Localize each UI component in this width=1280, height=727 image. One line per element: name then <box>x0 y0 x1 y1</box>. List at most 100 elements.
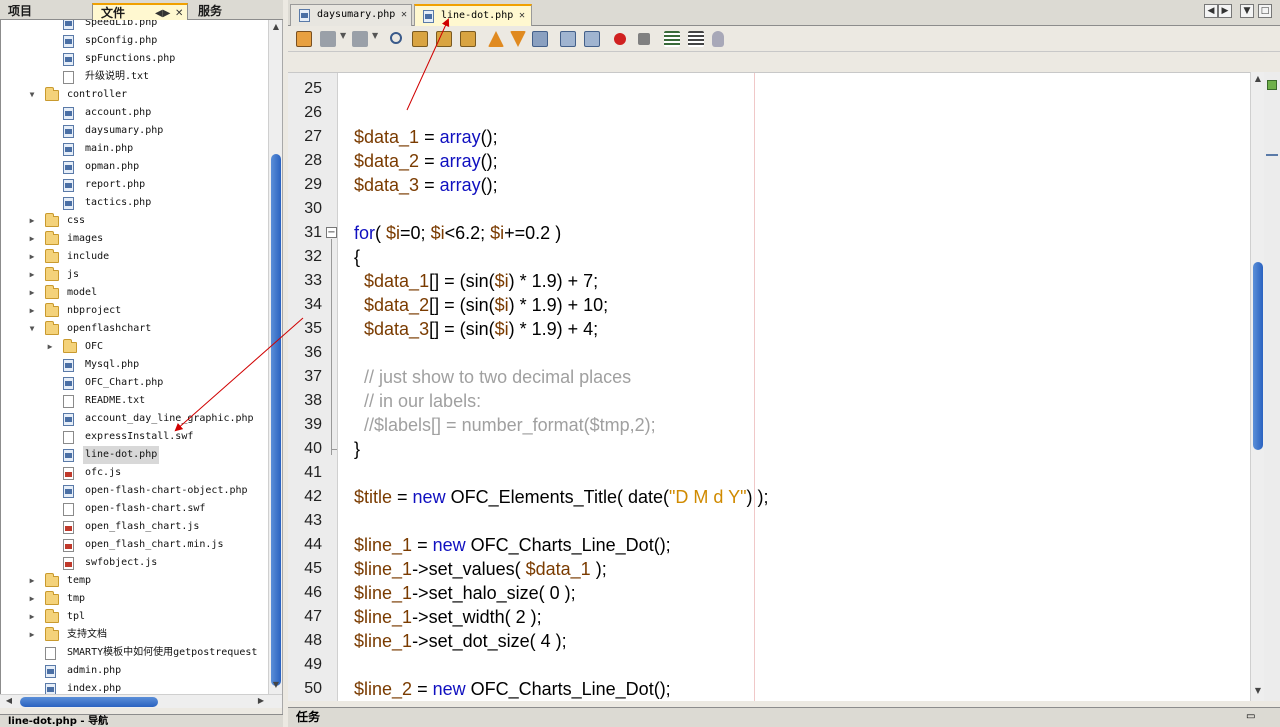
code-line[interactable]: // in our labels: <box>354 389 481 413</box>
chevron-down-icon[interactable]: ▼ <box>340 31 348 47</box>
code-line[interactable]: $data_1[] = (sin($i) * 1.9) + 7; <box>354 269 598 293</box>
scroll-left-icon[interactable]: ◀ <box>2 696 16 705</box>
code-line[interactable]: $title = new OFC_Elements_Title( date("D… <box>354 485 768 509</box>
forward-icon[interactable] <box>352 31 368 47</box>
previous-bookmark-icon[interactable] <box>488 31 504 47</box>
tasks-panel-header[interactable]: 任务 ▭ <box>288 707 1280 727</box>
code-line[interactable]: $data_2[] = (sin($i) * 1.9) + 10; <box>354 293 608 317</box>
maximize-icon[interactable]: □ <box>1258 4 1272 18</box>
code-line[interactable]: $line_1->set_halo_size( 0 ); <box>354 581 576 605</box>
collapsed-icon[interactable]: ▶ <box>27 284 37 302</box>
expanded-icon[interactable]: ▼ <box>27 86 37 104</box>
collapsed-icon[interactable]: ▶ <box>27 626 37 644</box>
file-item[interactable]: expressInstall.swf <box>1 428 268 446</box>
code-line[interactable]: $line_1->set_values( $data_1 ); <box>354 557 607 581</box>
collapsed-icon[interactable]: ▶ <box>27 248 37 266</box>
folder-item[interactable]: ▶ model <box>1 284 268 302</box>
minimize-icon[interactable]: ▭ <box>1246 708 1255 726</box>
close-icon[interactable]: ✕ <box>519 6 525 26</box>
file-item[interactable]: admin.php <box>1 662 268 680</box>
file-item[interactable]: spConfig.php <box>1 32 268 50</box>
shift-right-icon[interactable] <box>584 31 600 47</box>
collapsed-icon[interactable]: ▶ <box>27 608 37 626</box>
scroll-thumb[interactable] <box>20 697 158 707</box>
stop-macro-icon[interactable] <box>638 33 650 45</box>
toggle-bookmark-icon[interactable] <box>532 31 548 47</box>
code-line[interactable]: } <box>354 437 360 461</box>
file-item[interactable]: open_flash_chart.js <box>1 518 268 536</box>
file-item[interactable]: open-flash-chart.swf <box>1 500 268 518</box>
file-item[interactable]: line-dot.php <box>1 446 268 464</box>
chevron-down-icon[interactable]: ▼ <box>372 31 380 47</box>
folder-item[interactable]: ▼ controller <box>1 86 268 104</box>
code-line[interactable]: $line_1->set_width( 2 ); <box>354 605 542 629</box>
file-item[interactable]: open_flash_chart.min.js <box>1 536 268 554</box>
code-line[interactable]: for( $i=0; $i<6.2; $i+=0.2 ) <box>354 221 561 245</box>
toggle-highlight-icon[interactable] <box>460 31 476 47</box>
file-item[interactable]: account.php <box>1 104 268 122</box>
editor-vertical-scrollbar[interactable]: ▲ ▼ <box>1250 72 1264 701</box>
database-icon[interactable] <box>712 31 724 47</box>
scroll-up-icon[interactable]: ▲ <box>1251 74 1265 83</box>
file-item[interactable]: swfobject.js <box>1 554 268 572</box>
code-line[interactable]: $line_2 = new OFC_Charts_Line_Dot(); <box>354 677 671 701</box>
tab-list-icon[interactable]: ▼ <box>1240 4 1254 18</box>
scroll-thumb[interactable] <box>1253 262 1263 450</box>
file-item[interactable]: report.php <box>1 176 268 194</box>
code-line[interactable]: $line_1 = new OFC_Charts_Line_Dot(); <box>354 533 671 557</box>
expanded-icon[interactable]: ▼ <box>27 320 37 338</box>
collapsed-icon[interactable]: ▶ <box>45 338 55 356</box>
collapsed-icon[interactable]: ▶ <box>27 572 37 590</box>
folder-item[interactable]: ▼ openflashchart <box>1 320 268 338</box>
error-stripe[interactable] <box>1264 72 1280 701</box>
history-icon[interactable] <box>320 31 336 47</box>
record-macro-icon[interactable] <box>614 33 626 45</box>
collapsed-icon[interactable]: ▶ <box>27 212 37 230</box>
code-line[interactable]: $line_1->set_dot_size( 4 ); <box>354 629 567 653</box>
scroll-thumb[interactable] <box>271 154 281 686</box>
file-item[interactable]: tactics.php <box>1 194 268 212</box>
code-line[interactable]: $data_3[] = (sin($i) * 1.9) + 4; <box>354 317 598 341</box>
scroll-up-icon[interactable]: ▲ <box>269 22 283 31</box>
code-line[interactable]: // just show to two decimal places <box>354 365 631 389</box>
collapsed-icon[interactable]: ▶ <box>27 302 37 320</box>
tab-line-dot[interactable]: line-dot.php ✕ <box>414 4 532 26</box>
search-icon[interactable] <box>390 32 402 44</box>
find-previous-icon[interactable] <box>412 31 428 47</box>
comment-icon[interactable] <box>664 31 680 47</box>
scroll-down-icon[interactable]: ▼ <box>269 680 283 689</box>
collapsed-icon[interactable]: ▶ <box>27 590 37 608</box>
file-item[interactable]: SMARTY模板中如何使用getpostrequest <box>1 644 268 662</box>
file-item[interactable]: ofc.js <box>1 464 268 482</box>
file-item[interactable]: README.txt <box>1 392 268 410</box>
tab-files[interactable]: 文件 ◀▶ ✕ <box>92 3 188 20</box>
file-item[interactable]: daysumary.php <box>1 122 268 140</box>
collapsed-icon[interactable]: ▶ <box>27 230 37 248</box>
tree-vertical-scrollbar[interactable]: ▲ ▼ <box>268 20 282 694</box>
code-line[interactable]: $data_1 = array(); <box>354 125 498 149</box>
file-item[interactable]: OFC_Chart.php <box>1 374 268 392</box>
scroll-tabs-left-icon[interactable]: ◀ <box>1204 4 1218 18</box>
close-icon[interactable]: ✕ <box>401 5 407 25</box>
collapsed-icon[interactable]: ▶ <box>27 266 37 284</box>
folder-item[interactable]: ▶ temp <box>1 572 268 590</box>
code-line[interactable]: { <box>354 245 360 269</box>
folder-item[interactable]: ▶ js <box>1 266 268 284</box>
code-line[interactable]: $data_3 = array(); <box>354 173 498 197</box>
file-item[interactable]: Mysql.php <box>1 356 268 374</box>
file-item[interactable]: 升级说明.txt <box>1 68 268 86</box>
tab-daysumary[interactable]: daysumary.php ✕ <box>290 4 412 26</box>
scroll-right-icon[interactable]: ▶ <box>254 696 268 705</box>
folder-item[interactable]: ▶ css <box>1 212 268 230</box>
shift-left-icon[interactable] <box>560 31 576 47</box>
folder-item[interactable]: ▶ tpl <box>1 608 268 626</box>
folder-item[interactable]: ▶ include <box>1 248 268 266</box>
file-item[interactable]: index.php <box>1 680 268 694</box>
fold-toggle-icon[interactable]: − <box>326 227 337 238</box>
navigator-panel-header[interactable]: line-dot.php - 导航 <box>0 714 283 727</box>
folder-item[interactable]: ▶ nbproject <box>1 302 268 320</box>
find-next-icon[interactable] <box>436 31 452 47</box>
scroll-down-icon[interactable]: ▼ <box>1251 686 1265 695</box>
code-line[interactable]: $data_2 = array(); <box>354 149 498 173</box>
uncomment-icon[interactable] <box>688 31 704 47</box>
